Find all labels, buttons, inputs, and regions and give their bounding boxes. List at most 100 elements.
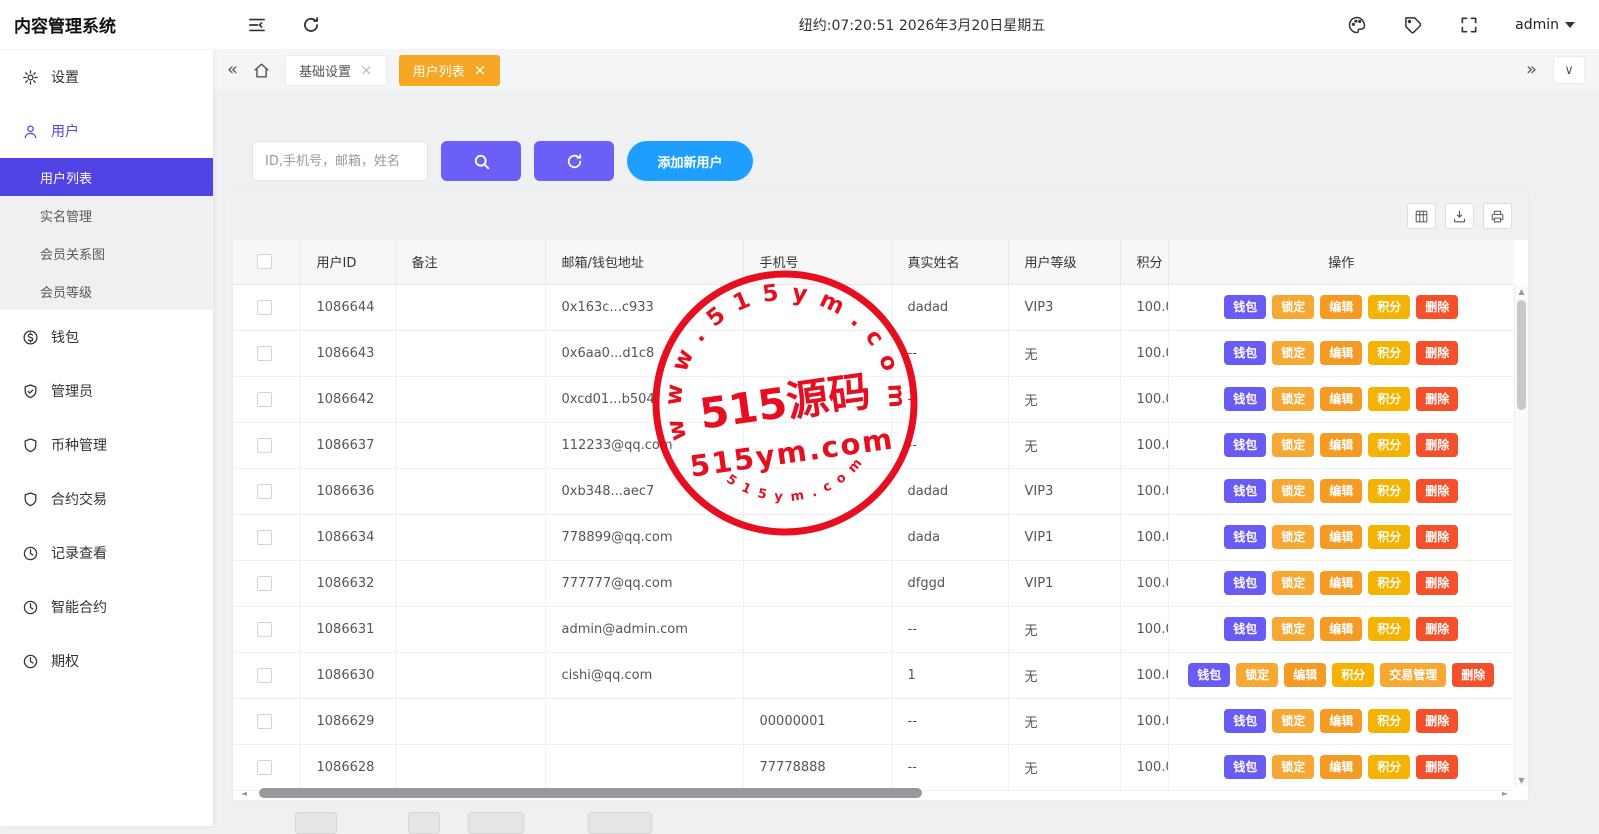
search-input[interactable] <box>252 141 428 181</box>
action-button[interactable]: 钱包 <box>1224 433 1266 457</box>
action-button[interactable]: 锁定 <box>1272 433 1314 457</box>
row-checkbox[interactable] <box>257 438 272 453</box>
action-button[interactable]: 积分 <box>1368 341 1410 365</box>
action-button[interactable]: 编辑 <box>1320 387 1362 411</box>
sidebar-item[interactable]: 管理员 <box>0 364 213 418</box>
action-button[interactable]: 钱包 <box>1224 755 1266 779</box>
scroll-up-icon[interactable]: ▲ <box>1518 284 1524 298</box>
tab-close-icon[interactable]: × <box>360 63 373 78</box>
action-button[interactable]: 锁定 <box>1272 341 1314 365</box>
action-button[interactable]: 编辑 <box>1320 525 1362 549</box>
sidebar-item[interactable]: 币种管理 <box>0 418 213 472</box>
tab[interactable]: 用户列表× <box>399 55 501 86</box>
action-button[interactable]: 交易管理 <box>1380 663 1446 687</box>
tabs-scroll-right-icon[interactable]: » <box>1526 61 1537 79</box>
action-button[interactable]: 锁定 <box>1272 571 1314 595</box>
action-button[interactable]: 积分 <box>1368 571 1410 595</box>
action-button[interactable]: 删除 <box>1416 525 1458 549</box>
scroll-down-icon[interactable]: ▼ <box>1518 773 1524 787</box>
columns-icon[interactable] <box>1407 203 1436 229</box>
refresh-icon[interactable] <box>301 15 321 35</box>
action-button[interactable]: 删除 <box>1452 663 1494 687</box>
action-button[interactable]: 删除 <box>1416 295 1458 319</box>
action-button[interactable]: 编辑 <box>1320 709 1362 733</box>
action-button[interactable]: 删除 <box>1416 433 1458 457</box>
action-button[interactable]: 删除 <box>1416 617 1458 641</box>
action-button[interactable]: 删除 <box>1416 709 1458 733</box>
row-checkbox[interactable] <box>257 530 272 545</box>
scroll-right-icon[interactable]: ► <box>1498 789 1512 798</box>
action-button[interactable]: 积分 <box>1368 479 1410 503</box>
sidebar-item[interactable]: 智能合约 <box>0 580 213 634</box>
sidebar-item[interactable]: 记录查看 <box>0 526 213 580</box>
action-button[interactable]: 锁定 <box>1272 525 1314 549</box>
user-menu[interactable]: admin <box>1515 17 1575 33</box>
tag-icon[interactable] <box>1403 15 1423 35</box>
action-button[interactable]: 钱包 <box>1188 663 1230 687</box>
action-button[interactable]: 删除 <box>1416 571 1458 595</box>
action-button[interactable]: 钱包 <box>1224 525 1266 549</box>
row-checkbox[interactable] <box>257 622 272 637</box>
action-button[interactable]: 编辑 <box>1320 755 1362 779</box>
vertical-scrollbar-thumb[interactable] <box>1517 300 1526 410</box>
sidebar-subitem[interactable]: 会员等级 <box>0 272 213 310</box>
sidebar-item[interactable]: 合约交易 <box>0 472 213 526</box>
action-button[interactable]: 积分 <box>1368 525 1410 549</box>
scroll-left-icon[interactable]: ◄ <box>237 789 251 798</box>
vertical-scrollbar[interactable]: ▲ ▼ <box>1514 284 1528 787</box>
action-button[interactable]: 删除 <box>1416 341 1458 365</box>
action-button[interactable]: 锁定 <box>1272 617 1314 641</box>
row-checkbox[interactable] <box>257 392 272 407</box>
row-checkbox[interactable] <box>257 300 272 315</box>
select-all-checkbox[interactable] <box>257 254 272 269</box>
row-checkbox[interactable] <box>257 346 272 361</box>
action-button[interactable]: 编辑 <box>1320 479 1362 503</box>
pagination-control-partial[interactable] <box>588 812 652 834</box>
export-icon[interactable] <box>1445 203 1474 229</box>
action-button[interactable]: 删除 <box>1416 387 1458 411</box>
add-user-button[interactable]: 添加新用户 <box>627 141 753 181</box>
action-button[interactable]: 钱包 <box>1224 709 1266 733</box>
action-button[interactable]: 积分 <box>1368 755 1410 779</box>
horizontal-scrollbar-thumb[interactable] <box>259 788 922 798</box>
tab-close-icon[interactable]: × <box>474 63 487 78</box>
theme-icon[interactable] <box>1347 15 1367 35</box>
tab[interactable]: 基础设置× <box>285 55 387 86</box>
horizontal-scrollbar[interactable]: ◄ ► <box>237 787 1512 799</box>
action-button[interactable]: 积分 <box>1332 663 1374 687</box>
row-checkbox[interactable] <box>257 714 272 729</box>
row-checkbox[interactable] <box>257 484 272 499</box>
action-button[interactable]: 锁定 <box>1272 387 1314 411</box>
menu-fold-icon[interactable] <box>247 15 267 35</box>
action-button[interactable]: 编辑 <box>1284 663 1326 687</box>
action-button[interactable]: 锁定 <box>1236 663 1278 687</box>
action-button[interactable]: 锁定 <box>1272 479 1314 503</box>
sidebar-item[interactable]: 钱包 <box>0 310 213 364</box>
action-button[interactable]: 编辑 <box>1320 571 1362 595</box>
action-button[interactable]: 积分 <box>1368 295 1410 319</box>
action-button[interactable]: 钱包 <box>1224 295 1266 319</box>
print-icon[interactable] <box>1483 203 1512 229</box>
action-button[interactable]: 编辑 <box>1320 617 1362 641</box>
action-button[interactable]: 删除 <box>1416 479 1458 503</box>
reload-button[interactable] <box>534 141 614 181</box>
action-button[interactable]: 钱包 <box>1224 341 1266 365</box>
tabs-scroll-left-icon[interactable]: « <box>227 61 238 79</box>
sidebar-item[interactable]: 设置 <box>0 50 213 104</box>
tabs-dropdown-icon[interactable]: ∨ <box>1553 56 1585 84</box>
sidebar-item[interactable]: 用户 <box>0 104 213 158</box>
action-button[interactable]: 积分 <box>1368 433 1410 457</box>
pagination-control-partial[interactable] <box>295 812 337 834</box>
row-checkbox[interactable] <box>257 760 272 775</box>
sidebar-subitem[interactable]: 实名管理 <box>0 196 213 234</box>
pagination-control-partial[interactable] <box>468 812 524 834</box>
action-button[interactable]: 钱包 <box>1224 479 1266 503</box>
fullscreen-icon[interactable] <box>1459 15 1479 35</box>
action-button[interactable]: 锁定 <box>1272 709 1314 733</box>
sidebar-subitem[interactable]: 会员关系图 <box>0 234 213 272</box>
sidebar-subitem[interactable]: 用户列表 <box>0 158 213 196</box>
action-button[interactable]: 钱包 <box>1224 617 1266 641</box>
action-button[interactable]: 删除 <box>1416 755 1458 779</box>
action-button[interactable]: 锁定 <box>1272 295 1314 319</box>
pagination-control-partial[interactable] <box>408 812 440 834</box>
